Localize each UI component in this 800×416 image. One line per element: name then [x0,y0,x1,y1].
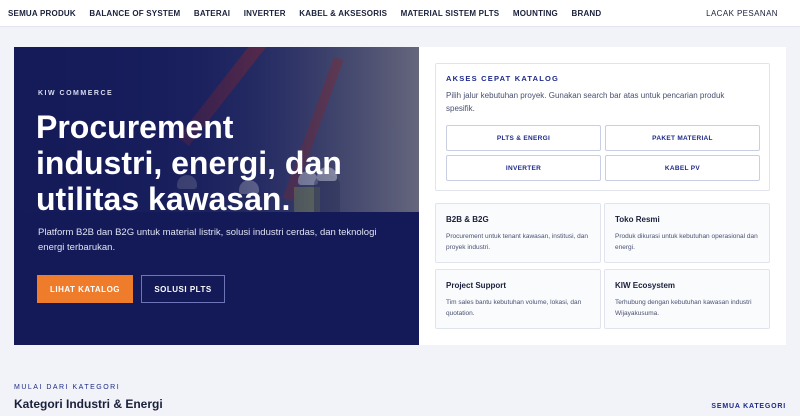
hero-subtitle: Platform B2B dan B2G untuk material list… [38,227,377,253]
feature-card-title: KIW Ecosystem [615,281,676,290]
quick-link-kabel-pv[interactable]: KABEL PV [605,155,760,181]
quick-access-title: AKSES CEPAT KATALOG [446,74,560,83]
category-title: Kategori Industri & Energi [14,397,163,411]
nav-link-baterai[interactable]: BATERAI [194,9,230,18]
hero-eyebrow: KIW COMMERCE [38,90,114,97]
nav-link-inverter[interactable]: INVERTER [244,9,286,18]
nav-link-semua-produk[interactable]: SEMUA PRODUK [8,9,76,18]
view-catalog-button[interactable]: LIHAT KATALOG [37,275,133,303]
top-nav: SEMUA PRODUK BALANCE OF SYSTEM BATERAI I… [0,0,800,27]
hero-banner: KIW COMMERCE Procurement industri, energ… [14,47,419,345]
feature-card-text: Procurement untuk tenant kawasan, instit… [446,233,588,251]
nav-link-balance-of-system[interactable]: BALANCE OF SYSTEM [89,9,180,18]
nav-link-brand[interactable]: BRAND [571,9,601,18]
nav-link-material-sistem-plts[interactable]: MATERIAL SISTEM PLTS [401,9,500,18]
feature-card-text: Terhubung dengan kebutuhan kawasan indus… [615,299,752,317]
feature-card-toko-resmi: Toko Resmi Produk dikurasi untuk kebutuh… [604,203,770,263]
nav-link-mounting[interactable]: MOUNTING [513,9,558,18]
feature-card-text: Produk dikurasi untuk kebutuhan operasio… [615,233,758,251]
feature-card-kiw-ecosystem: KIW Ecosystem Terhubung dengan kebutuhan… [604,269,770,329]
feature-card-title: Project Support [446,281,507,290]
quick-access-description: Pilih jalur kebutuhan proyek. Gunakan se… [446,91,725,113]
nav-link-kabel-aksesoris[interactable]: KABEL & AKSESORIS [299,9,387,18]
nav-links: SEMUA PRODUK BALANCE OF SYSTEM BATERAI I… [8,0,615,27]
side-panel: AKSES CEPAT KATALOG Pilih jalur kebutuha… [419,47,786,345]
plts-solution-button[interactable]: SOLUSI PLTS [141,275,225,303]
all-categories-link[interactable]: SEMUA KATEGORI [711,403,786,410]
feature-card-text: Tim sales bantu kebutuhan volume, lokasi… [446,299,582,317]
quick-link-plts-energi[interactable]: PLTS & ENERGI [446,125,601,151]
quick-access-box: AKSES CEPAT KATALOG Pilih jalur kebutuha… [435,63,770,191]
category-eyebrow: MULAI DARI KATEGORI [14,384,121,391]
track-order-link[interactable]: LACAK PESANAN [706,0,778,27]
feature-card-title: B2B & B2G [446,215,489,224]
feature-card-title: Toko Resmi [615,215,660,224]
feature-card-project-support: Project Support Tim sales bantu kebutuha… [435,269,601,329]
feature-card-b2b: B2B & B2G Procurement untuk tenant kawas… [435,203,601,263]
hero-title: Procurement industri, energi, dan utilit… [36,109,342,217]
quick-link-inverter[interactable]: INVERTER [446,155,601,181]
quick-link-paket-material[interactable]: PAKET MATERIAL [605,125,760,151]
